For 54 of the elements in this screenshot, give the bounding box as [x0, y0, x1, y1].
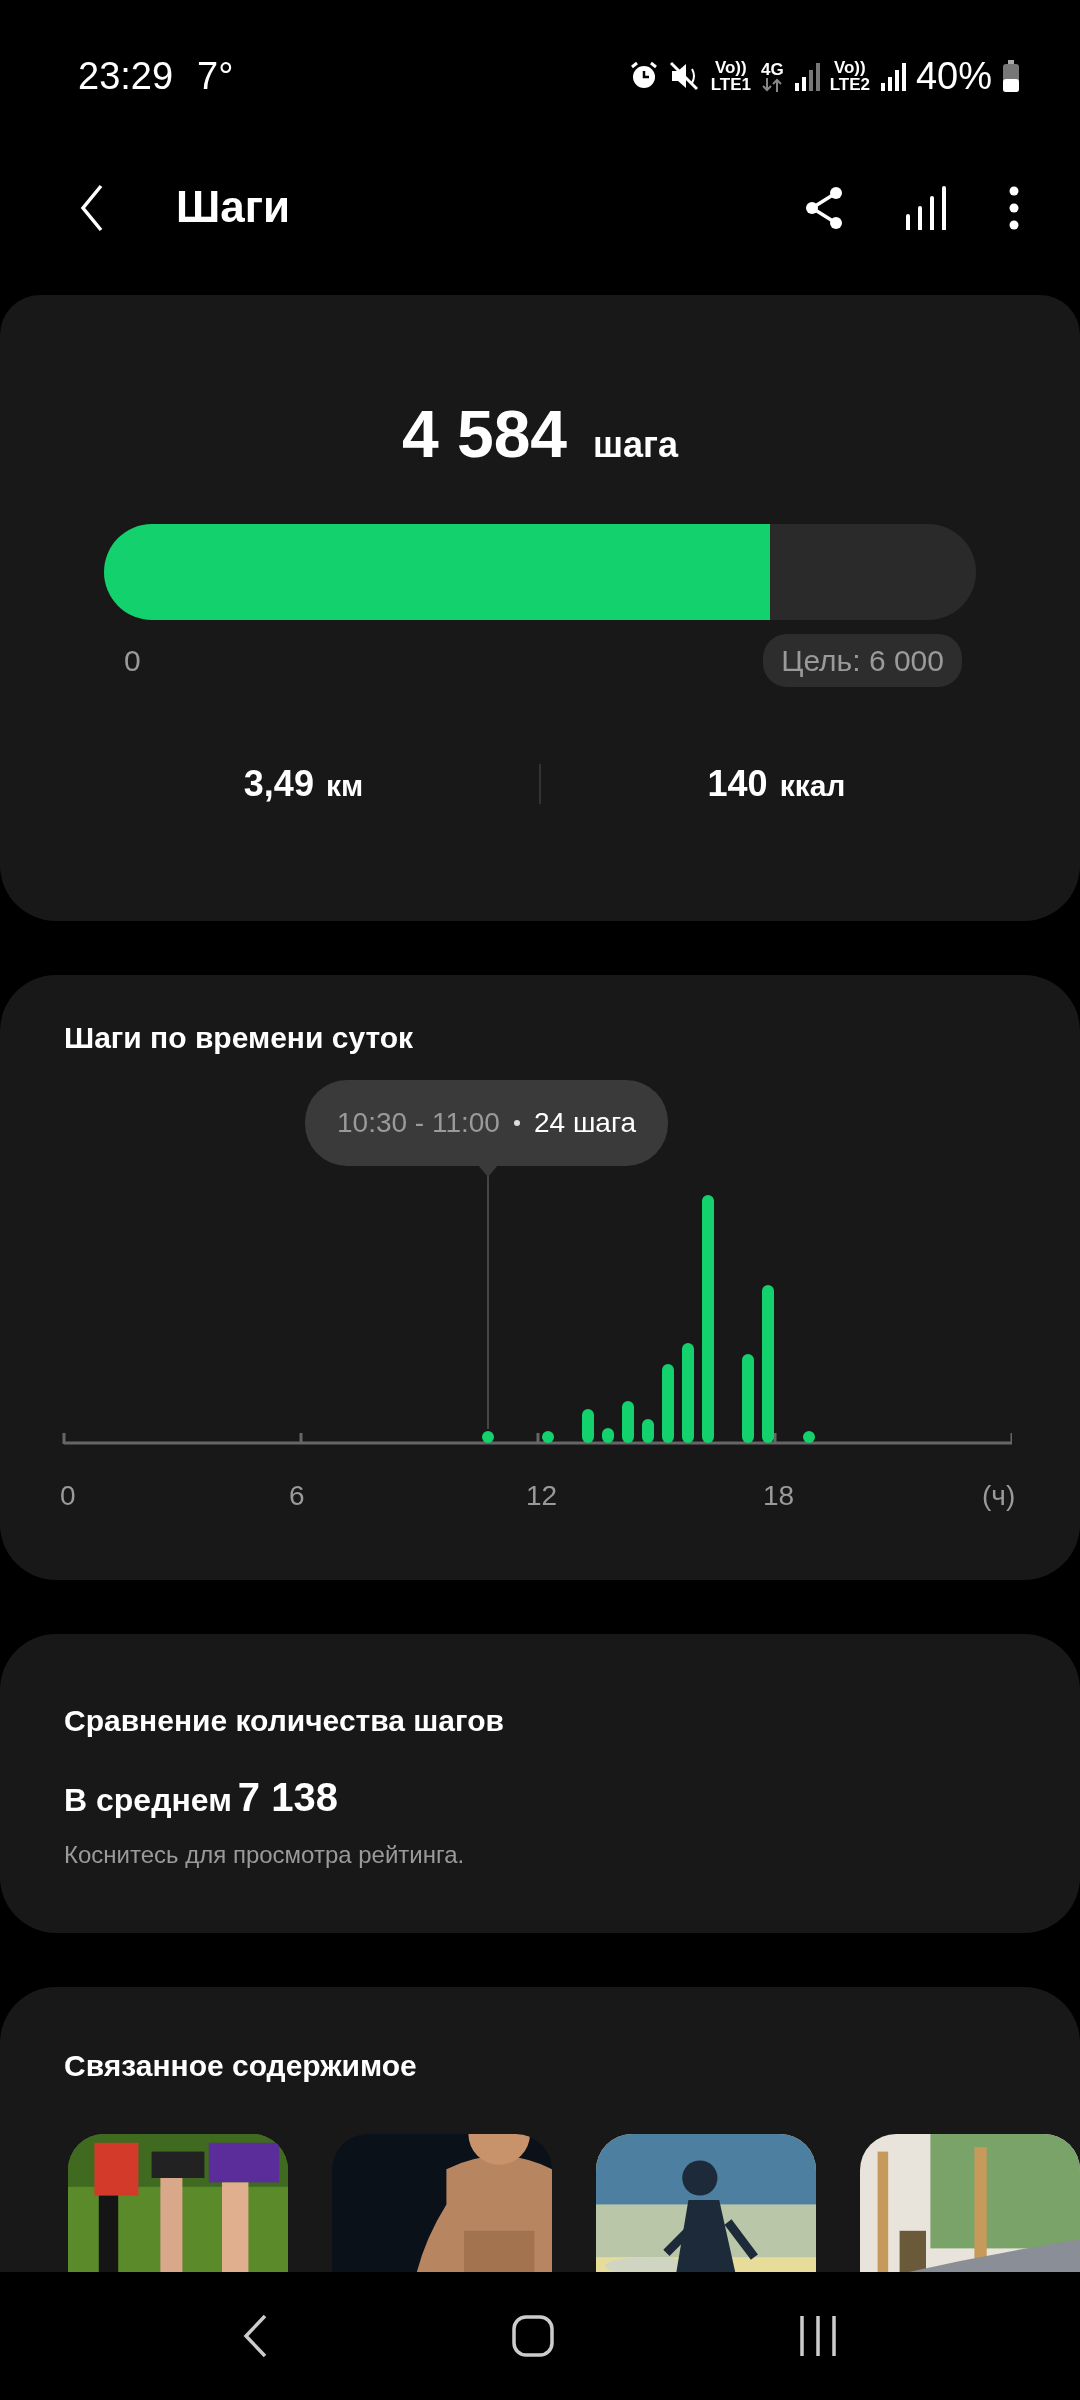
average-value: 7 138	[237, 1774, 338, 1821]
mute-icon	[668, 61, 701, 91]
ranking-hint: Коснитесь для просмотра рейтинга.	[64, 1840, 466, 1870]
volte-label: Vo))	[833, 59, 866, 76]
related-title: Связанное содержимое	[64, 2048, 418, 2084]
volte-label: Vo))	[714, 59, 747, 76]
more-icon	[1008, 185, 1020, 230]
bar[interactable]	[482, 1431, 494, 1443]
tooltip-time-range: 10:30 - 11:00	[337, 1106, 500, 1140]
signal-icon	[879, 61, 906, 91]
bar[interactable]	[542, 1431, 554, 1443]
calories-unit: ккал	[779, 769, 846, 802]
bar[interactable]	[742, 1354, 754, 1443]
bar[interactable]	[602, 1428, 614, 1443]
temperature: 7°	[197, 53, 234, 99]
bar[interactable]	[803, 1431, 815, 1443]
axis-label: 6	[289, 1479, 305, 1513]
bar[interactable]	[582, 1409, 594, 1443]
battery-icon	[1002, 60, 1020, 92]
separator-dot	[513, 1120, 520, 1126]
axis-label: (ч)	[982, 1479, 1016, 1513]
back-icon	[241, 2314, 268, 2358]
distance-value: 3,49	[243, 763, 314, 804]
recent-apps-icon	[798, 2314, 839, 2358]
bar[interactable]	[642, 1419, 654, 1443]
tooltip-step-count: 24 шага	[533, 1106, 637, 1140]
axis-label: 12	[526, 1479, 558, 1513]
bar[interactable]	[622, 1401, 634, 1443]
comparison-title: Сравнение количества шагов	[64, 1703, 505, 1739]
distance-unit: км	[325, 769, 364, 802]
step-count: 4 584	[401, 396, 568, 473]
clock-time: 23:29	[78, 53, 174, 99]
back-icon	[80, 183, 104, 232]
progress-start: 0	[124, 643, 141, 679]
axis-label: 18	[763, 1479, 795, 1513]
axis-label: 0	[60, 1479, 76, 1513]
data-type-label: 4G	[760, 60, 784, 78]
screen-title: Шаги	[176, 181, 292, 234]
data-arrows-icon	[761, 77, 784, 92]
volte-label: LTE2	[829, 76, 870, 93]
bar-chart-icon	[904, 185, 948, 230]
share-icon	[804, 185, 844, 230]
goal-label: Цель: 6 000	[763, 634, 962, 687]
battery-percent: 40%	[915, 53, 992, 99]
chart-title: Шаги по времени суток	[64, 1020, 415, 1056]
volte-label: LTE1	[710, 76, 751, 93]
average-label: В среднем	[64, 1781, 232, 1820]
alarm-icon	[628, 61, 659, 91]
calories-value: 140	[707, 763, 768, 804]
bar[interactable]	[662, 1364, 674, 1443]
comparison-card[interactable]: Сравнение количества шагов В среднем 7 138 Коснитесь для просмотра рейтинга.	[0, 1634, 1080, 1933]
signal-icon	[793, 61, 820, 91]
step-unit: шага	[593, 423, 679, 467]
home-icon	[511, 2314, 555, 2358]
